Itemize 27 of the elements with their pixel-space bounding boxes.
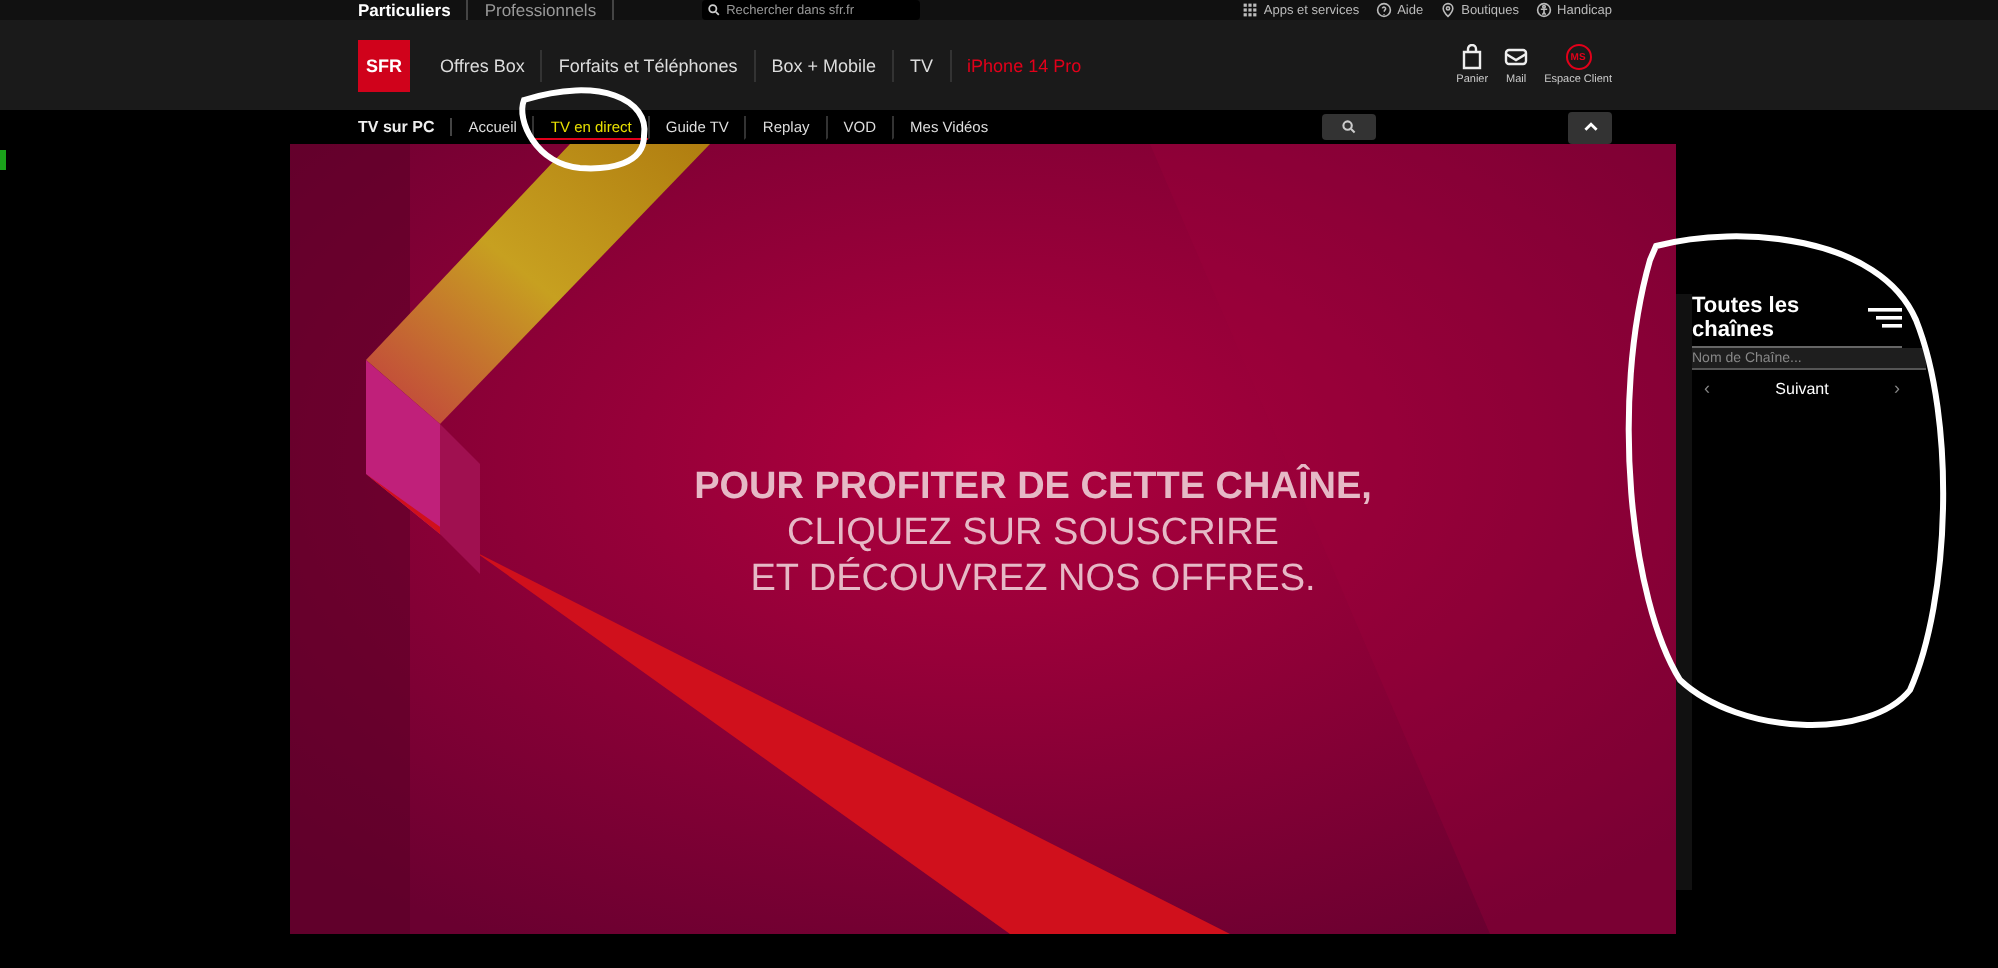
nav-link[interactable]: Forfaits et Téléphones <box>540 49 754 81</box>
nav-link[interactable]: Offres Box <box>424 49 541 81</box>
location-pin-icon <box>1439 2 1456 18</box>
subscribe-message: ET DÉCOUVREZ NOS OFFRES. <box>750 556 1316 602</box>
collapse-button[interactable] <box>1568 111 1612 143</box>
menu-icon[interactable] <box>1868 308 1902 328</box>
nav-link[interactable]: iPhone 14 Pro <box>949 49 1098 81</box>
nav-link[interactable]: Box + Mobile <box>753 49 893 81</box>
search-button[interactable] <box>1322 114 1376 140</box>
section-title: TV sur PC <box>358 118 453 136</box>
search-icon <box>702 0 721 20</box>
status-mark <box>0 150 6 170</box>
help-icon <box>1375 2 1392 18</box>
panel-title: Toutes les chaînes <box>1692 294 1802 342</box>
chevron-up-icon <box>1583 122 1597 132</box>
subscribe-message: CLIQUEZ SUR SOUSCRIRE <box>787 510 1279 556</box>
shopping-bag-icon <box>1460 44 1485 70</box>
subscribe-message: POUR PROFITER DE CETTE CHAÎNE, <box>694 464 1372 510</box>
grid-icon <box>1241 2 1258 18</box>
next-button[interactable]: Suivant <box>1775 379 1829 397</box>
accessibility-icon <box>1535 2 1552 18</box>
nav-link[interactable]: TV <box>892 49 950 81</box>
next-arrow-button[interactable]: › <box>1894 378 1900 398</box>
search-icon <box>1342 120 1356 134</box>
logo[interactable]: SFR <box>358 39 410 91</box>
previous-button[interactable]: ‹ <box>1704 378 1710 398</box>
envelope-icon <box>1504 44 1529 70</box>
